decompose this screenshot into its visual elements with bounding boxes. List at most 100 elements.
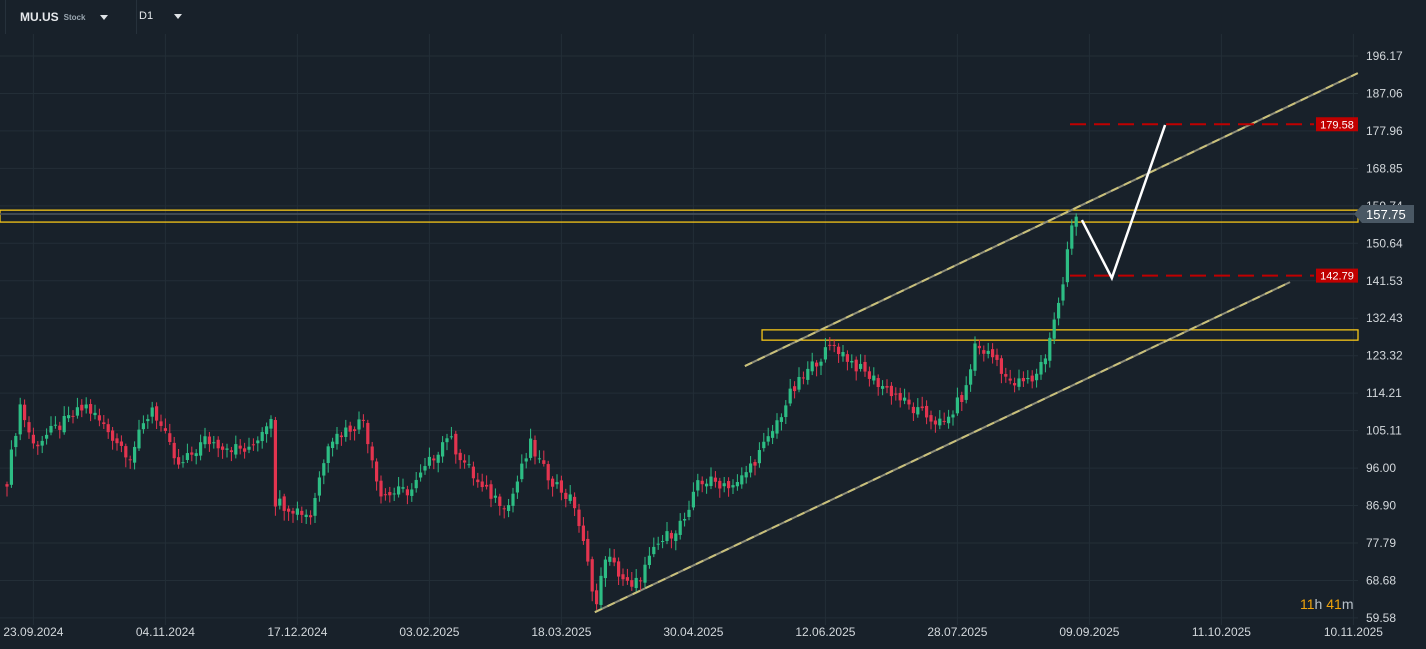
candle-body — [155, 406, 159, 421]
candle-body — [617, 561, 621, 577]
candle — [493, 488, 497, 503]
candle — [779, 413, 783, 431]
candle-body — [656, 543, 660, 545]
candle — [577, 503, 581, 533]
candle-body — [1013, 383, 1017, 386]
candle — [784, 400, 788, 425]
price-tick-label: 177.96 — [1366, 124, 1403, 138]
price-tick-label: 132.43 — [1366, 311, 1403, 325]
candle — [172, 436, 176, 465]
candle-body — [639, 580, 643, 582]
candle-body — [881, 386, 885, 389]
candle — [485, 475, 489, 490]
price-tick-label: 123.32 — [1366, 349, 1403, 363]
candle-body — [5, 484, 9, 487]
price-tick-label: 59.58 — [1366, 611, 1396, 625]
candle-body — [982, 350, 986, 354]
candle — [1057, 297, 1061, 326]
candle-body — [564, 492, 568, 499]
candle — [9, 440, 13, 488]
price-tick-label: 196.17 — [1366, 49, 1403, 63]
candle-body — [168, 433, 172, 442]
candle-body — [419, 472, 423, 478]
candle-body — [256, 440, 260, 444]
candle — [432, 454, 436, 470]
candle-body — [964, 385, 968, 400]
candle — [652, 537, 656, 558]
countdown-hours: 11 — [1300, 596, 1315, 612]
candle-body — [119, 441, 123, 446]
candle-body — [300, 510, 304, 515]
candle-body — [58, 425, 62, 430]
candle — [414, 472, 418, 493]
candle — [916, 398, 920, 418]
candle — [458, 449, 462, 469]
candle-body — [542, 460, 546, 464]
candle-body — [1026, 377, 1030, 380]
candle-body — [111, 430, 115, 441]
candle-body — [727, 481, 731, 489]
candle — [1065, 241, 1069, 287]
candle — [1039, 355, 1043, 380]
candle — [146, 414, 150, 429]
candle — [463, 454, 467, 469]
candle — [859, 354, 863, 372]
candle — [300, 506, 304, 523]
date-tick-label: 12.06.2025 — [795, 625, 855, 639]
candle-body — [445, 438, 449, 443]
candle-body — [251, 444, 255, 446]
candle-body — [234, 444, 238, 455]
candle-body — [683, 518, 687, 521]
price-chart[interactable]: 196.17187.06177.96168.85159.74150.64141.… — [0, 0, 1426, 649]
candle — [1030, 370, 1034, 389]
candle-body — [819, 361, 823, 366]
candle — [229, 446, 233, 462]
candle — [115, 433, 119, 451]
candle — [150, 401, 154, 424]
timeframe-selector[interactable]: D1 — [139, 10, 183, 22]
candle-body — [1030, 375, 1034, 382]
candle-body — [551, 478, 555, 487]
candle-body — [388, 492, 392, 496]
candle-body — [291, 510, 295, 514]
candle — [696, 473, 700, 497]
candle — [942, 412, 946, 425]
candle — [366, 419, 370, 454]
candle — [243, 442, 247, 459]
candle — [278, 490, 282, 510]
candle — [265, 422, 269, 443]
candle-body — [810, 361, 814, 372]
candle-body — [933, 420, 937, 425]
candle-body — [1017, 378, 1021, 387]
channel-line-dash — [744, 72, 1359, 367]
candle-body — [410, 489, 414, 496]
candle — [718, 477, 722, 498]
candle-body — [845, 354, 849, 362]
candle-body — [295, 508, 299, 515]
candle — [621, 568, 625, 586]
candle — [819, 358, 823, 375]
candle — [665, 521, 669, 545]
date-tick-label: 10.11.2025 — [1324, 625, 1383, 639]
candle-body — [907, 399, 911, 405]
candle-body — [771, 431, 775, 438]
candle — [476, 472, 480, 488]
candle — [361, 414, 365, 428]
candle-body — [1004, 374, 1008, 377]
candle-body — [489, 484, 493, 499]
candle — [137, 419, 141, 451]
candle-body — [872, 375, 876, 381]
candle-body — [80, 404, 84, 411]
candle-body — [199, 442, 203, 456]
symbol-selector[interactable]: MU.US Stock — [20, 10, 109, 24]
candle — [797, 367, 801, 393]
candle-body — [45, 434, 49, 439]
instrument-type: Stock — [63, 12, 86, 22]
price-tick-label: 150.64 — [1366, 236, 1403, 250]
candle — [524, 452, 528, 469]
date-tick-label: 04.11.2024 — [136, 625, 195, 639]
candle — [93, 404, 97, 420]
candle-body — [23, 404, 27, 421]
candle — [251, 438, 255, 451]
candle-body — [801, 377, 805, 379]
